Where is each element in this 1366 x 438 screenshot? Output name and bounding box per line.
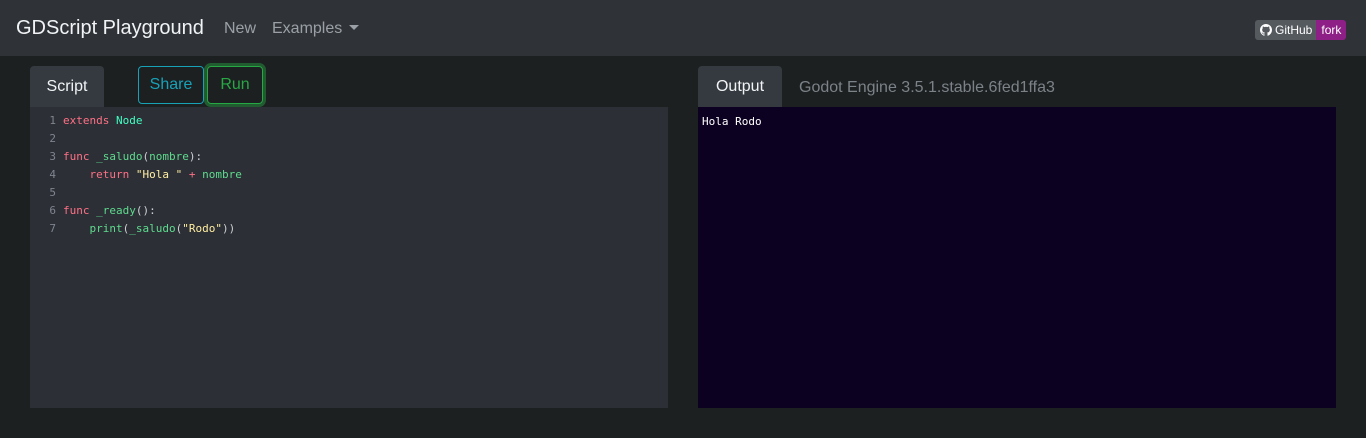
- code-token: "Hola ": [135, 168, 183, 181]
- code-token: ():: [135, 204, 156, 217]
- github-label: GitHub: [1275, 23, 1313, 37]
- line-number: 3: [49, 150, 56, 163]
- code-line[interactable]: 6 func _ready():: [30, 202, 156, 220]
- examples-dropdown[interactable]: Examples: [272, 19, 360, 39]
- caret-down-icon: [349, 25, 360, 30]
- output-console: Hola Rodo: [698, 107, 1336, 408]
- code-token: _saludo: [96, 150, 143, 163]
- code-line[interactable]: 7 print(_saludo("Rodo")): [30, 220, 235, 238]
- line-number: 4: [49, 168, 56, 181]
- code-line[interactable]: 5: [30, 184, 63, 202]
- share-button[interactable]: Share: [138, 66, 204, 104]
- new-link[interactable]: New: [224, 19, 256, 39]
- engine-version: Godot Engine 3.5.1.stable.6fed1ffa3: [799, 79, 1055, 96]
- line-number: 5: [49, 186, 56, 199]
- code-token: Node: [115, 114, 143, 127]
- code-token: nombre: [202, 168, 242, 181]
- code-token: "Rodo": [182, 222, 222, 235]
- output-text: Hola Rodo: [702, 115, 762, 128]
- line-number: 1: [49, 114, 56, 127]
- run-button[interactable]: Run: [207, 66, 263, 104]
- navbar: GDScript Playground New Examples GitHub …: [0, 0, 1366, 56]
- code-token: )): [221, 222, 236, 235]
- code-token: return: [89, 168, 130, 181]
- code-line[interactable]: 4 return "Hola " + nombre: [30, 166, 242, 184]
- line-number: 6: [49, 204, 56, 217]
- line-number: 7: [49, 222, 56, 235]
- code-token: ):: [188, 150, 203, 163]
- tab-script[interactable]: Script: [30, 66, 104, 107]
- tab-output[interactable]: Output: [698, 66, 782, 107]
- fork-label: fork: [1316, 20, 1347, 40]
- examples-label: Examples: [272, 20, 343, 37]
- code-line[interactable]: 2: [30, 130, 63, 148]
- code-token: nombre: [149, 150, 189, 163]
- github-icon: [1260, 24, 1272, 36]
- code-token: _saludo: [129, 222, 176, 235]
- app-title[interactable]: GDScript Playground: [16, 16, 204, 40]
- github-badge-left: GitHub: [1255, 20, 1317, 40]
- code-token: extends: [63, 114, 110, 127]
- code-line[interactable]: 3 func _saludo(nombre):: [30, 148, 202, 166]
- code-token: _ready: [96, 204, 136, 217]
- code-token: func: [63, 150, 90, 163]
- code-token: print: [89, 222, 123, 235]
- line-number: 2: [49, 132, 56, 145]
- code-token: +: [182, 168, 203, 181]
- code-token: func: [63, 204, 90, 217]
- code-editor[interactable]: 1 extends Node 2 3 func _saludo(nombre): 4 re…: [30, 107, 668, 408]
- code-line[interactable]: 1 extends Node: [30, 112, 142, 130]
- github-fork-badge[interactable]: GitHub fork: [1255, 20, 1347, 40]
